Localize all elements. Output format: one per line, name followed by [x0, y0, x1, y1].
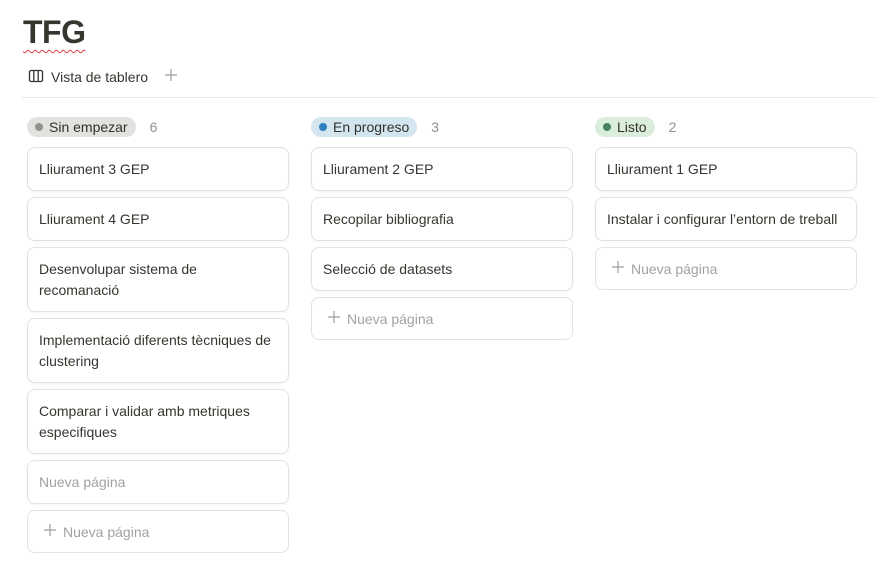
new-page-button[interactable]: Nueva página — [27, 510, 289, 553]
status-label: Listo — [617, 119, 647, 135]
plus-icon — [327, 310, 341, 327]
add-view-button[interactable] — [160, 64, 182, 90]
column-en-progreso: En progreso 3 Lliurament 2 GEP Recopilar… — [311, 116, 573, 553]
column-count: 2 — [668, 119, 677, 135]
tab-board-view[interactable]: Vista de tablero — [22, 64, 154, 90]
status-dot — [603, 123, 611, 131]
column-header: Sin empezar 6 — [27, 116, 289, 138]
column-count: 3 — [431, 119, 440, 135]
plus-icon — [43, 523, 57, 540]
new-page-label: Nueva página — [631, 260, 718, 277]
column-header: En progreso 3 — [311, 116, 573, 138]
page-title[interactable]: TFG — [23, 14, 86, 51]
status-label: Sin empezar — [49, 119, 128, 135]
status-dot — [35, 123, 43, 131]
board-view-icon — [28, 68, 44, 87]
card[interactable]: Selecció de datasets — [311, 247, 573, 291]
new-page-label: Nueva página — [63, 523, 150, 540]
column-sin-empezar: Sin empezar 6 Lliurament 3 GEP Lliuramen… — [27, 116, 289, 553]
plus-icon — [611, 260, 625, 277]
card[interactable]: Lliurament 3 GEP — [27, 147, 289, 191]
card[interactable]: Lliurament 2 GEP — [311, 147, 573, 191]
view-bar: Vista de tablero — [22, 64, 875, 98]
card[interactable]: Comparar i validar amb metriques especif… — [27, 389, 289, 454]
card[interactable]: Implementació diferents tècniques de clu… — [27, 318, 289, 383]
card[interactable]: Desenvolupar sistema de recomanació — [27, 247, 289, 312]
board: Sin empezar 6 Lliurament 3 GEP Lliuramen… — [27, 116, 857, 553]
column-listo: Listo 2 Lliurament 1 GEP Instalar i conf… — [595, 116, 857, 553]
card[interactable]: Lliurament 4 GEP — [27, 197, 289, 241]
card[interactable]: Recopilar bibliografia — [311, 197, 573, 241]
new-page-button[interactable]: Nueva página — [311, 297, 573, 340]
status-pill[interactable]: Sin empezar — [27, 117, 136, 137]
status-pill[interactable]: En progreso — [311, 117, 418, 137]
column-header: Listo 2 — [595, 116, 857, 138]
new-page-button[interactable]: Nueva página — [595, 247, 857, 290]
plus-icon — [164, 68, 178, 87]
card[interactable]: Lliurament 1 GEP — [595, 147, 857, 191]
status-label: En progreso — [333, 119, 410, 135]
card-untitled[interactable]: Nueva página — [27, 460, 289, 504]
column-count: 6 — [149, 119, 158, 135]
tab-board-view-label: Vista de tablero — [51, 69, 149, 85]
status-pill[interactable]: Listo — [595, 117, 655, 137]
card[interactable]: Instalar i configurar l’entorn de trebal… — [595, 197, 857, 241]
new-page-label: Nueva página — [347, 310, 434, 327]
status-dot — [319, 123, 327, 131]
